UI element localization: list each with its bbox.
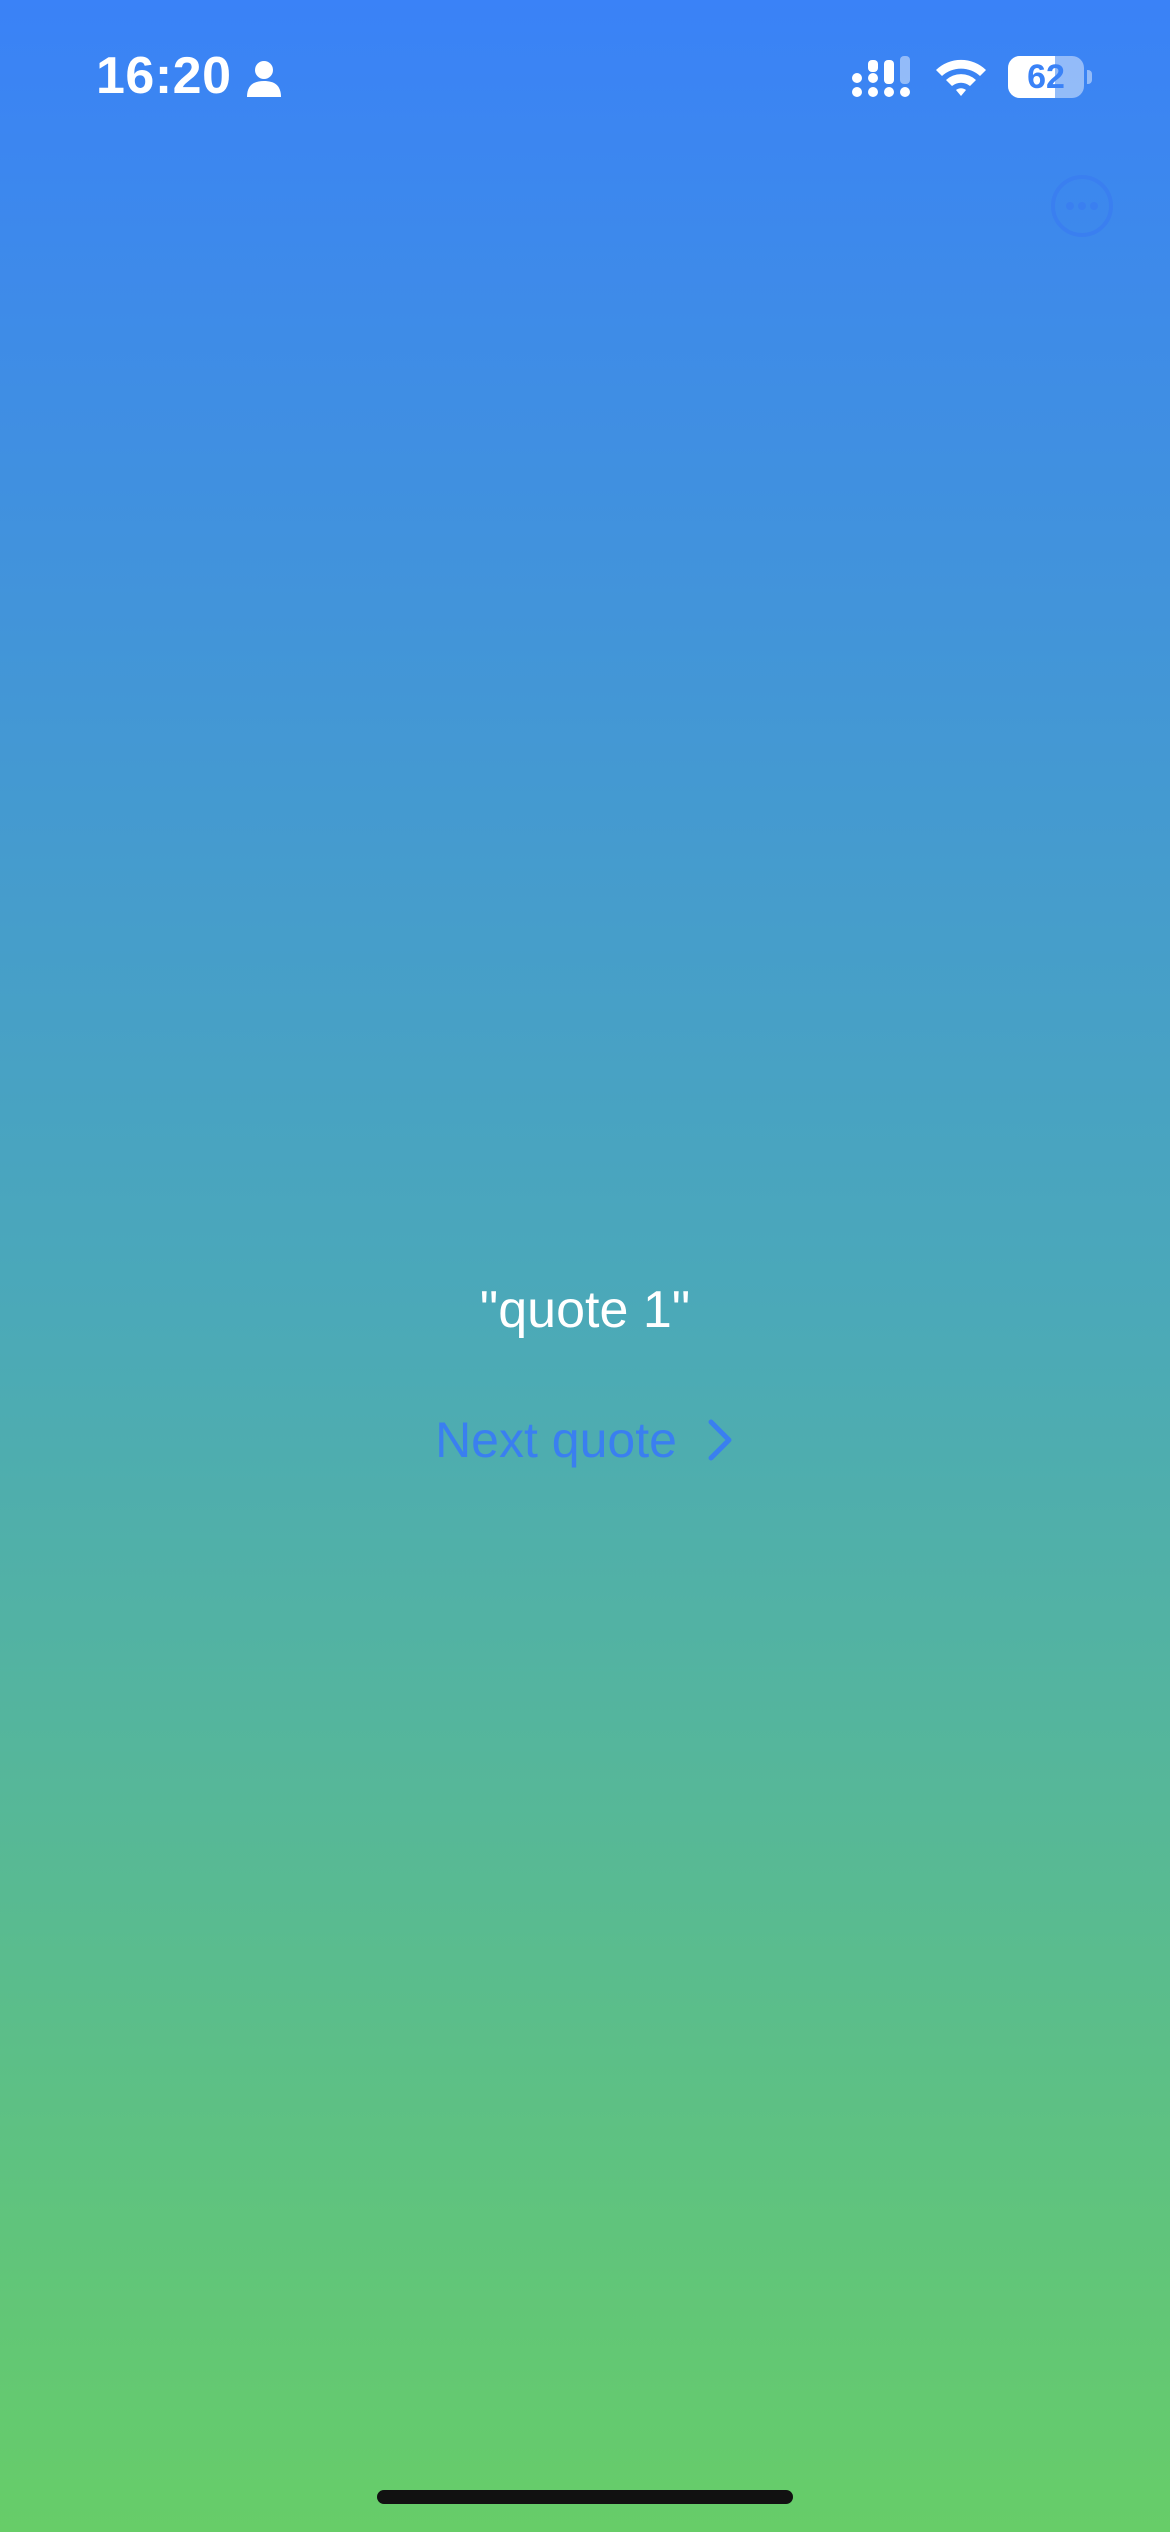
quote-text: "quote 1" xyxy=(479,1281,691,1339)
battery-icon: 62 xyxy=(1008,56,1092,98)
cellular-signal-icon xyxy=(852,56,910,97)
next-quote-button[interactable]: Next quote xyxy=(400,1400,770,1480)
status-time: 16:20 xyxy=(96,47,232,105)
battery-tip xyxy=(1087,70,1092,84)
app-screen: 16:20 62 "quote 1" Next quote xyxy=(0,0,1170,2532)
ellipsis-circle-icon xyxy=(1051,175,1113,237)
person-icon xyxy=(247,61,281,97)
home-indicator xyxy=(377,2490,793,2504)
battery-level: 62 xyxy=(1027,58,1065,96)
wifi-icon xyxy=(936,59,986,96)
chevron-right-icon xyxy=(708,1419,732,1461)
more-options-button[interactable] xyxy=(1050,174,1114,238)
status-bar: 16:20 62 xyxy=(0,0,1170,150)
battery-body: 62 xyxy=(1008,56,1084,98)
next-quote-label: Next quote xyxy=(435,1412,677,1468)
